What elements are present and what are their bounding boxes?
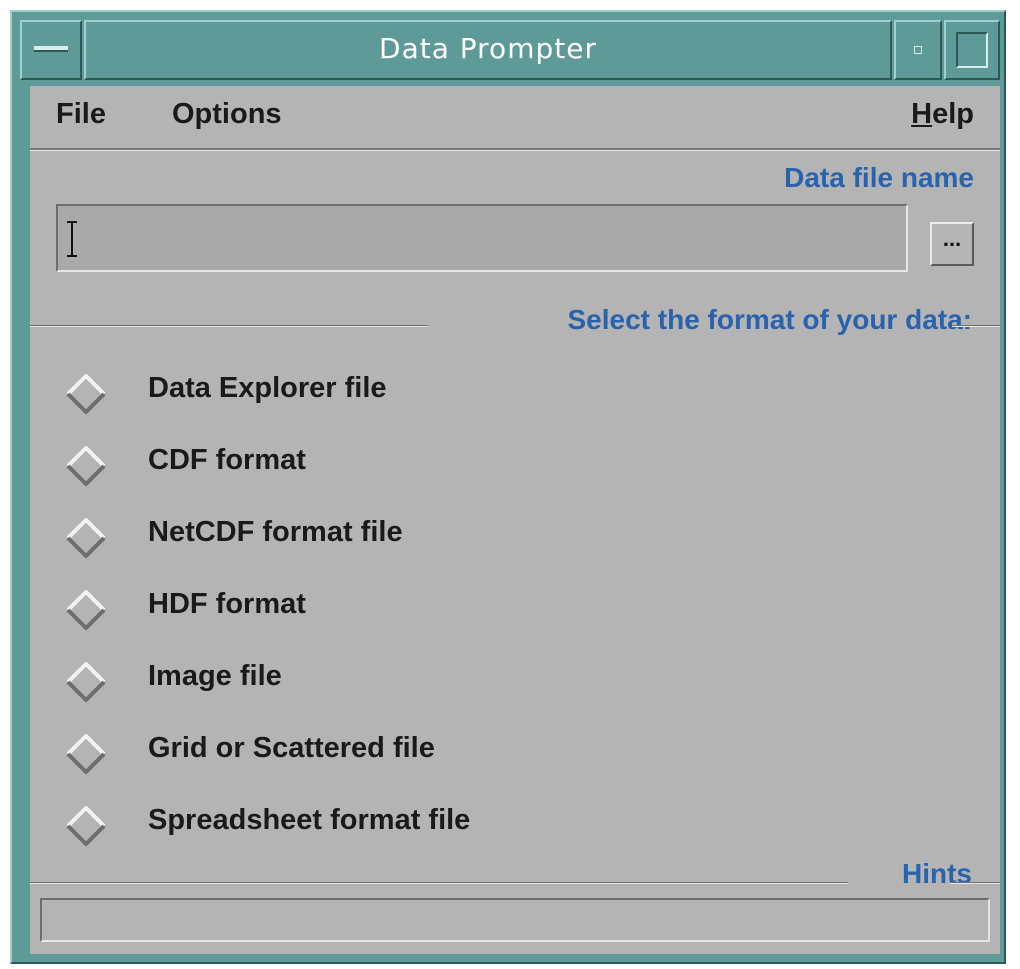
hints-separator-right: [950, 882, 1000, 884]
menu-help-mnemonic: H: [911, 98, 933, 130]
browse-file-button[interactable]: ...: [930, 222, 974, 266]
window-frame: Data Prompter File Options Help Data fil…: [0, 0, 1020, 969]
client-area: File Options Help Data file name ... Sel…: [30, 86, 1000, 954]
window-menu-button[interactable]: [20, 20, 82, 80]
minimize-icon: [914, 46, 922, 54]
format-option-label: CDF format: [148, 444, 306, 476]
menu-options[interactable]: Options: [168, 98, 286, 131]
ibeam-cursor-icon: [67, 221, 77, 257]
maximize-button[interactable]: [944, 20, 1000, 80]
diamond-radio-icon: [66, 734, 106, 774]
diamond-radio-icon: [66, 662, 106, 702]
data-file-name-input[interactable]: [56, 204, 908, 272]
diamond-radio-icon: [66, 590, 106, 630]
window-title: Data Prompter: [379, 32, 597, 65]
menu-help-rest: elp: [932, 98, 974, 130]
format-separator-left: [30, 325, 428, 327]
title-bar[interactable]: Data Prompter: [84, 20, 892, 80]
diamond-radio-icon: [66, 806, 106, 846]
format-option-label: Grid or Scattered file: [148, 732, 435, 764]
diamond-radio-icon: [66, 446, 106, 486]
format-separator-right: [952, 325, 1000, 327]
diamond-radio-icon: [66, 374, 106, 414]
minimize-button[interactable]: [894, 20, 942, 80]
diamond-radio-icon: [66, 518, 106, 558]
format-option-label: NetCDF format file: [148, 516, 403, 548]
menu-file[interactable]: File: [52, 98, 110, 131]
format-option-label: HDF format: [148, 588, 306, 620]
format-option-label: Image file: [148, 660, 282, 692]
menu-bar: File Options Help: [30, 86, 1000, 151]
hints-label: Hints: [902, 858, 972, 889]
hints-separator-left: [30, 882, 848, 884]
window-menu-icon: [34, 46, 68, 52]
data-file-name-label: Data file name: [784, 162, 974, 193]
menu-help[interactable]: Help: [907, 98, 978, 131]
format-section-label: Select the format of your data:: [567, 304, 972, 335]
format-option-label: Data Explorer file: [148, 372, 387, 404]
hints-text-field: [40, 898, 990, 942]
format-option-label: Spreadsheet format file: [148, 804, 471, 836]
maximize-icon: [956, 32, 988, 68]
